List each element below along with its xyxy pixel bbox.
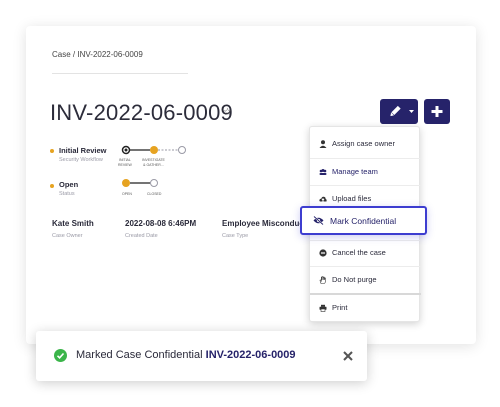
eye-slash-icon xyxy=(313,216,324,225)
menu-item-print[interactable]: Print xyxy=(310,294,421,321)
status-progress xyxy=(122,179,158,187)
case-owner-value: Kate Smith xyxy=(52,219,94,228)
plus-icon xyxy=(431,106,443,117)
case-type-value: Employee Misconduct xyxy=(222,219,302,228)
case-type-label: Case Type xyxy=(222,233,249,239)
created-date-label: Created Date xyxy=(125,233,158,239)
menu-item-label: Upload files xyxy=(332,194,372,203)
toast-message: Marked Case Confidential INV-2022-06-000… xyxy=(76,349,296,361)
print-icon xyxy=(319,304,327,312)
status-label: Open xyxy=(59,180,79,189)
workflow-stage-label: Initial Review xyxy=(59,146,107,155)
toast-message-text: Marked Case Confidential xyxy=(76,349,203,361)
hand-icon xyxy=(319,275,326,284)
workflow-step-caption: INVESTIGATE & GATHER... xyxy=(142,158,165,167)
status-sub: Status xyxy=(59,191,75,197)
edit-button[interactable] xyxy=(380,99,418,124)
status-step-caption: CLOSED xyxy=(147,192,162,196)
status-dot xyxy=(50,149,54,153)
menu-item-label: Do Not purge xyxy=(332,275,377,284)
star-icon[interactable]: ☆ xyxy=(223,107,232,118)
team-icon xyxy=(319,168,327,175)
breadcrumb-current: INV-2022-06-0009 xyxy=(77,50,143,59)
toast-case-id: INV-2022-06-0009 xyxy=(205,349,296,361)
menu-item-do-not-purge[interactable]: Do Not purge xyxy=(310,266,421,293)
breadcrumb: Case / INV-2022-06-0009 xyxy=(52,50,143,59)
menu-item-mark-confidential[interactable]: Mark Confidential xyxy=(300,206,427,235)
page-title: INV-2022-06-0009 xyxy=(50,100,233,125)
status-step-caption: OPEN xyxy=(122,192,132,196)
menu-item-label: Print xyxy=(332,303,348,312)
workflow-progress xyxy=(121,145,186,155)
menu-item-label: Mark Confidential xyxy=(330,215,397,226)
status-dot xyxy=(50,184,54,188)
workflow-stage-sub: Security Workflow xyxy=(59,157,103,163)
chevron-down-icon xyxy=(409,110,414,113)
menu-item-assign-owner[interactable]: Assign case owner xyxy=(310,130,421,157)
user-icon xyxy=(319,139,327,148)
minus-circle-icon xyxy=(319,248,327,257)
menu-item-label: Cancel the case xyxy=(332,248,386,257)
breadcrumb-divider xyxy=(52,73,188,74)
workflow-step-caption: INITIAL REVIEW xyxy=(118,158,132,167)
pencil-icon xyxy=(390,105,414,117)
menu-item-cancel-case[interactable]: Cancel the case xyxy=(310,239,421,266)
breadcrumb-section[interactable]: Case xyxy=(52,50,71,59)
case-owner-label: Case Owner xyxy=(52,233,83,239)
created-date-value: 2022-08-08 6:46PM xyxy=(125,219,197,228)
menu-item-manage-team[interactable]: Manage team xyxy=(310,158,421,185)
breadcrumb-separator: / xyxy=(72,50,76,59)
menu-item-label: Manage team xyxy=(332,167,378,176)
close-icon[interactable] xyxy=(343,351,353,361)
menu-item-label: Assign case owner xyxy=(332,139,395,148)
cloud-upload-icon xyxy=(319,196,327,201)
check-circle-icon xyxy=(54,349,67,362)
add-button[interactable] xyxy=(424,99,450,124)
